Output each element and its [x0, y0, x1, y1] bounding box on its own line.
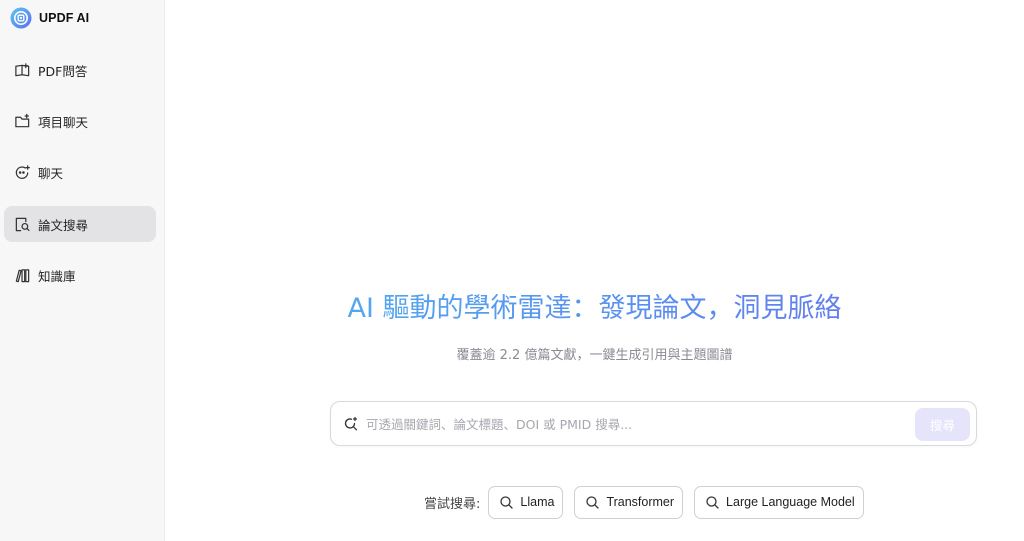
main-content: AI 驅動的學術雷達：發現論文，洞見脈絡 覆蓋逾 2.2 億篇文獻，一鍵生成引用…: [165, 0, 1024, 541]
search-icon: [586, 495, 600, 509]
chip-label: Transformer: [606, 495, 675, 509]
suggestion-chip-llama[interactable]: Llama: [488, 485, 564, 519]
sidebar-item-label: 知識庫: [38, 268, 76, 284]
document-search-icon: [13, 215, 31, 233]
folder-plus-icon: [13, 112, 31, 130]
sidebar-item-knowledge-base[interactable]: 知識庫: [4, 257, 156, 293]
page-title: AI 驅動的學術雷達：發現論文，洞見脈絡: [165, 292, 1024, 326]
suggestions-label: 嘗試搜尋:: [424, 496, 481, 512]
search-input[interactable]: [366, 410, 906, 438]
chip-label: Large Language Model: [726, 495, 855, 509]
sidebar-item-label: PDF問答: [38, 63, 88, 79]
chat-bubble-icon: [13, 163, 31, 181]
search-icon: [706, 495, 719, 509]
suggestion-chip-transformer[interactable]: Transformer: [574, 485, 684, 519]
brand[interactable]: UPDF AI: [10, 7, 89, 29]
page-subtitle: 覆蓋逾 2.2 億篇文獻，一鍵生成引用與主題圖譜: [456, 348, 733, 363]
sparkle-search-icon: [344, 416, 358, 431]
suggestion-chip-large-language-model[interactable]: Large Language Model: [694, 485, 864, 519]
sidebar-item-project-chat[interactable]: 項目聊天: [4, 103, 156, 139]
suggested-searches: 嘗試搜尋: Llama Transformer Large Language M…: [424, 485, 875, 519]
sidebar-item-paper-search[interactable]: 論文搜尋: [4, 206, 156, 242]
search-box: 搜尋: [330, 401, 977, 446]
sidebar-item-label: 項目聊天: [38, 114, 89, 130]
updf-logo-icon: [10, 7, 32, 29]
sidebar: UPDF AI PDF問答 項目聊天 聊天 論文搜尋 知識庫: [0, 0, 165, 541]
updf-ai-app: UPDF AI PDF問答 項目聊天 聊天 論文搜尋 知識庫 AI 驅動的學術雷…: [0, 0, 1024, 541]
sidebar-item-label: 聊天: [38, 165, 64, 181]
sidebar-item-pdf-qa[interactable]: PDF問答: [4, 52, 156, 88]
brand-name: UPDF AI: [39, 11, 90, 25]
book-open-icon: [13, 61, 31, 79]
search-button[interactable]: 搜尋: [915, 408, 970, 441]
sidebar-item-label: 論文搜尋: [38, 217, 89, 233]
chip-label: Llama: [520, 495, 555, 509]
search-icon: [500, 495, 514, 509]
library-books-icon: [13, 266, 31, 284]
sidebar-item-chat[interactable]: 聊天: [4, 154, 156, 190]
